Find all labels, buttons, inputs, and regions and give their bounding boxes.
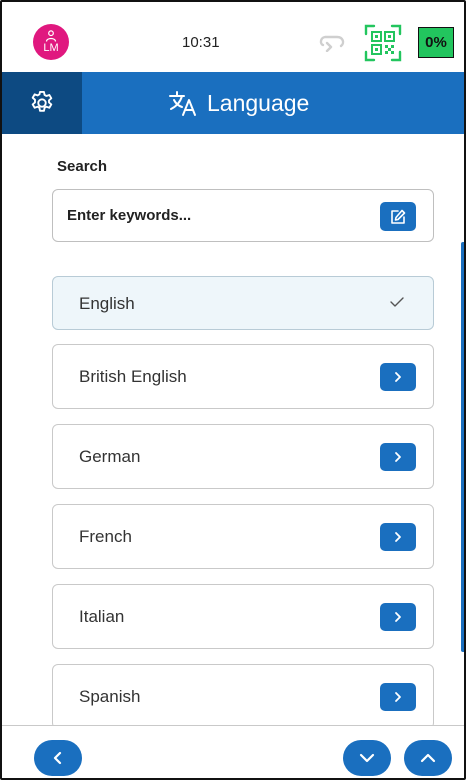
edit-icon <box>391 209 406 224</box>
language-label: German <box>79 447 141 466</box>
language-item-italian[interactable]: Italian <box>52 584 434 649</box>
translate-icon <box>168 89 198 117</box>
chevron-right-icon <box>395 692 401 702</box>
chevron-right-icon <box>395 532 401 542</box>
user-icon <box>45 30 57 42</box>
language-select-button[interactable] <box>380 683 416 711</box>
page-title-text: Language <box>207 89 310 116</box>
scrollbar[interactable] <box>461 242 464 652</box>
app-frame: LM 10:31 0% Language Search Enter keywor… <box>0 0 466 780</box>
language-item-french[interactable]: French <box>52 504 434 569</box>
chevron-up-icon <box>420 753 436 763</box>
status-bar: LM 10:31 0% <box>2 2 464 72</box>
language-label: Italian <box>79 607 125 626</box>
qr-code-icon[interactable] <box>364 24 402 62</box>
avatar-initials: LM <box>43 42 59 54</box>
chevron-right-icon <box>395 372 401 382</box>
checkmark-icon <box>390 297 404 307</box>
language-select-button[interactable] <box>380 523 416 551</box>
language-item-spanish[interactable]: Spanish <box>52 664 434 729</box>
language-item-english[interactable]: English <box>52 276 434 330</box>
gear-icon <box>31 90 53 112</box>
edit-button[interactable] <box>380 202 416 231</box>
back-button[interactable] <box>34 740 82 776</box>
search-placeholder: Enter keywords... <box>67 207 192 224</box>
chevron-right-icon <box>395 612 401 622</box>
search-input[interactable]: Enter keywords... <box>52 189 434 242</box>
page-title: Language <box>168 72 309 134</box>
clock: 10:31 <box>182 34 220 51</box>
language-item-british-english[interactable]: British English <box>52 344 434 409</box>
language-select-button[interactable] <box>380 603 416 631</box>
page-header: Language <box>2 72 464 134</box>
language-select-button[interactable] <box>380 443 416 471</box>
chevron-left-icon <box>53 751 62 765</box>
user-avatar[interactable]: LM <box>33 24 69 60</box>
language-label: British English <box>79 367 187 386</box>
language-label: Spanish <box>79 687 141 706</box>
settings-button[interactable] <box>2 72 82 134</box>
footer-nav <box>2 725 464 778</box>
battery-indicator: 0% <box>418 27 454 58</box>
language-label: English <box>79 294 135 313</box>
language-label: French <box>79 527 132 546</box>
language-select-button[interactable] <box>380 363 416 391</box>
scroll-down-button[interactable] <box>343 740 391 776</box>
language-item-german[interactable]: German <box>52 424 434 489</box>
chevron-down-icon <box>359 753 375 763</box>
sync-icon[interactable] <box>317 32 347 52</box>
search-label: Search <box>57 158 108 175</box>
chevron-right-icon <box>395 452 401 462</box>
scroll-up-button[interactable] <box>404 740 452 776</box>
